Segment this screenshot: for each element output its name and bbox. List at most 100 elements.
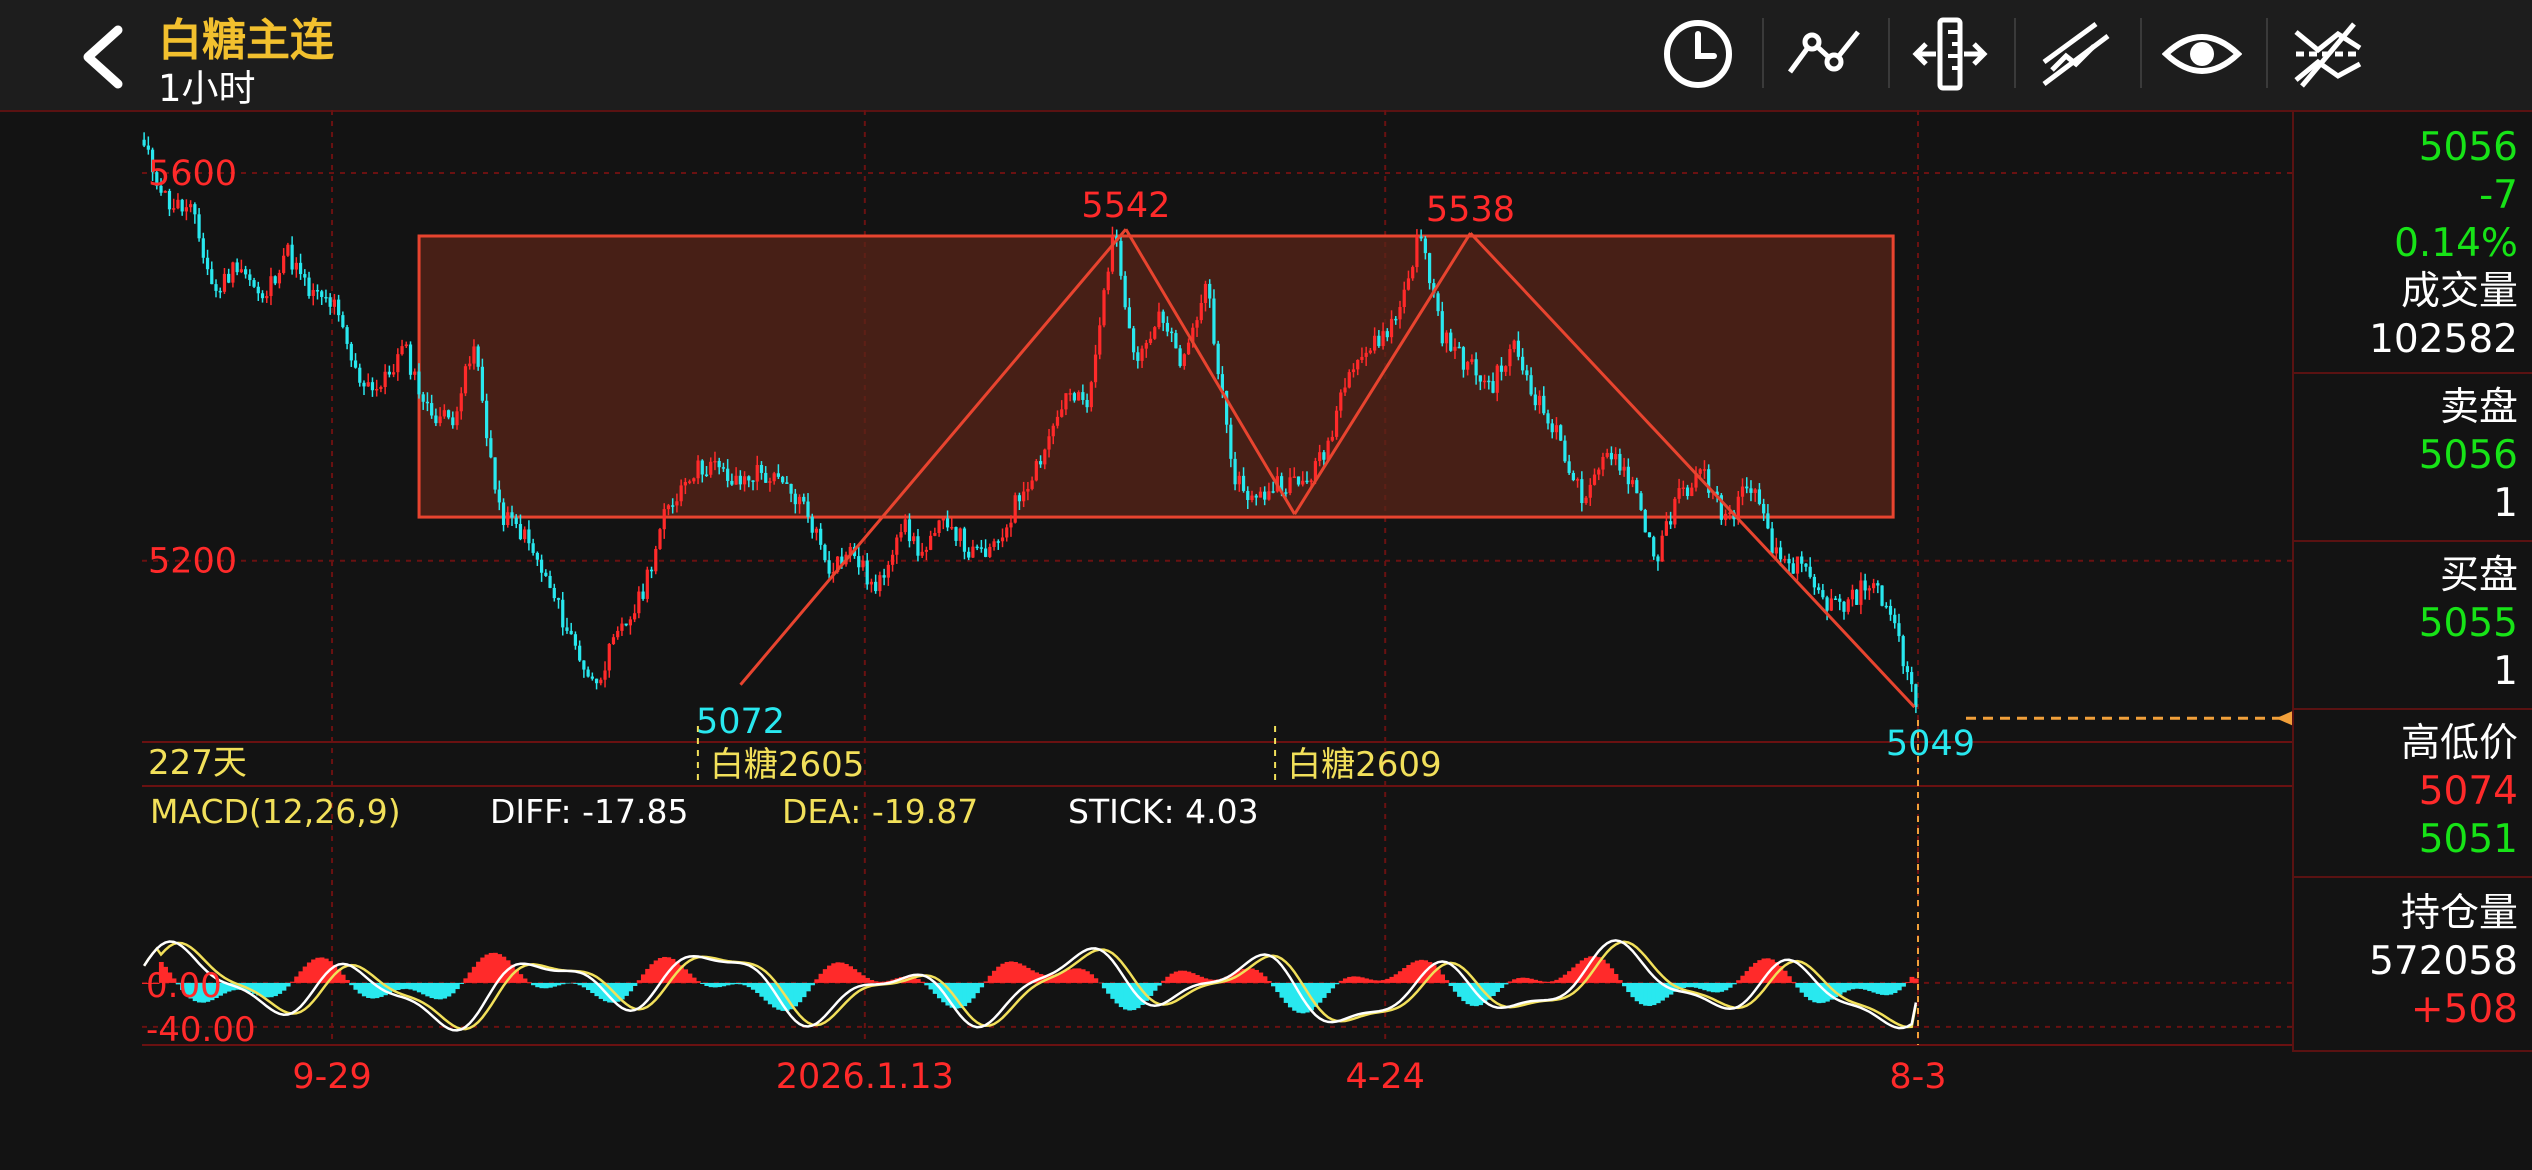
candle-body bbox=[1208, 283, 1212, 299]
line-draw-icon[interactable] bbox=[1784, 14, 1864, 94]
macd-bar bbox=[577, 982, 583, 986]
candle-body bbox=[1292, 476, 1296, 478]
macd-bar bbox=[306, 962, 312, 983]
candle-body bbox=[531, 543, 535, 553]
candle-body bbox=[954, 527, 958, 541]
candle-body bbox=[1364, 352, 1368, 357]
macd-bar bbox=[987, 975, 993, 983]
hide-drawings-icon[interactable] bbox=[2288, 14, 2368, 94]
macd-bar bbox=[1080, 969, 1086, 983]
macd-bar bbox=[865, 977, 870, 983]
back-chevron-icon[interactable] bbox=[70, 22, 140, 92]
macd-bar bbox=[640, 974, 646, 983]
candle-body bbox=[1064, 393, 1068, 410]
clock-icon[interactable] bbox=[1658, 14, 1738, 94]
chart-canvas[interactable]: 5600 5200 5542 5538 5072 5049 227天 白糖260… bbox=[0, 110, 2292, 1170]
candle-body bbox=[645, 569, 649, 599]
candle-body bbox=[1673, 498, 1677, 525]
last-price: 5056 bbox=[2418, 125, 2518, 170]
macd-bar bbox=[1021, 965, 1027, 983]
candle-body bbox=[235, 262, 239, 273]
candle-body bbox=[671, 505, 675, 507]
parallel-lines-icon[interactable] bbox=[2036, 14, 2116, 94]
candle-body bbox=[810, 516, 814, 533]
macd-bar bbox=[725, 982, 731, 986]
candle-body bbox=[764, 472, 768, 483]
volume-label: 成交量 bbox=[2400, 269, 2518, 314]
candle-body bbox=[1436, 293, 1440, 312]
macd-bar bbox=[264, 982, 270, 998]
candle-body bbox=[527, 529, 531, 544]
macd-bar bbox=[810, 982, 815, 986]
candle-body bbox=[1081, 392, 1085, 400]
candle-body bbox=[692, 478, 696, 482]
candle-body bbox=[1838, 598, 1842, 602]
candle-body bbox=[375, 388, 379, 391]
macd-bar bbox=[425, 982, 431, 997]
candle-body bbox=[1343, 387, 1347, 393]
macd-bar bbox=[1495, 982, 1500, 992]
macd-bar bbox=[738, 982, 744, 985]
macd-bar bbox=[721, 982, 727, 987]
candle-body bbox=[983, 548, 988, 557]
candle-body bbox=[1626, 466, 1630, 485]
candle-body bbox=[1474, 359, 1478, 376]
candle-body bbox=[890, 554, 895, 565]
macd-bar bbox=[763, 982, 769, 1001]
macd-bar bbox=[1287, 982, 1293, 1008]
candle-body bbox=[510, 512, 514, 518]
candle-body bbox=[696, 460, 700, 479]
macd-bar bbox=[632, 982, 638, 986]
candle-body bbox=[501, 502, 506, 526]
macd-dea-label: DEA: -19.87 bbox=[782, 792, 978, 831]
candle-body bbox=[903, 519, 907, 533]
candle-body bbox=[1377, 335, 1381, 347]
candle-body bbox=[544, 572, 548, 576]
macd-bar bbox=[1638, 982, 1644, 1005]
candle-body bbox=[1030, 480, 1034, 489]
candle-body bbox=[1723, 513, 1728, 520]
candle-body bbox=[1795, 556, 1800, 574]
candle-body bbox=[561, 599, 565, 628]
macd-bar bbox=[1905, 982, 1911, 983]
candle-body bbox=[1685, 487, 1690, 497]
macd-bar bbox=[1448, 982, 1454, 987]
macd-bar bbox=[459, 982, 464, 984]
macd-bar bbox=[1545, 981, 1551, 983]
macd-bar bbox=[1393, 974, 1399, 983]
ruler-icon[interactable] bbox=[1910, 14, 1990, 94]
candle-body bbox=[1512, 340, 1516, 350]
macd-bar bbox=[429, 982, 435, 999]
macd-bar bbox=[1634, 982, 1640, 1002]
macd-bar bbox=[518, 974, 524, 983]
macd-bar bbox=[302, 966, 308, 983]
macd-bar bbox=[1689, 982, 1695, 988]
macd-bar bbox=[573, 982, 579, 984]
open-interest-block: 持仓量 572058 +508 bbox=[2294, 878, 2532, 1052]
candle-body bbox=[142, 139, 146, 146]
price-block: 5056 -7 0.14% 成交量 102582 bbox=[2294, 112, 2532, 374]
candle-body bbox=[1508, 349, 1512, 367]
eye-icon[interactable] bbox=[2161, 14, 2243, 94]
macd-bar bbox=[1867, 982, 1873, 992]
candle-body bbox=[1588, 484, 1592, 498]
macd-bar bbox=[1567, 971, 1572, 983]
macd-bar bbox=[399, 982, 405, 990]
candle-body bbox=[806, 501, 810, 517]
candle-body bbox=[950, 527, 954, 529]
macd-bar bbox=[285, 982, 291, 987]
macd-bar bbox=[298, 971, 304, 983]
macd-bar bbox=[1249, 968, 1255, 983]
candle-body bbox=[869, 581, 874, 585]
candle-body bbox=[620, 623, 624, 631]
macd-bar bbox=[416, 982, 422, 993]
macd-bar bbox=[915, 979, 921, 983]
candle-body bbox=[1098, 325, 1102, 355]
candle-body bbox=[603, 670, 607, 680]
quote-panel: 5056 -7 0.14% 成交量 102582 卖盘 5056 1 买盘 50… bbox=[2294, 112, 2532, 1052]
candle-body bbox=[1246, 490, 1250, 501]
last-price-marker-icon bbox=[2276, 711, 2292, 726]
candle-body bbox=[1356, 359, 1360, 370]
candle-body bbox=[523, 529, 527, 540]
period-label[interactable]: 1小时 bbox=[158, 58, 256, 112]
